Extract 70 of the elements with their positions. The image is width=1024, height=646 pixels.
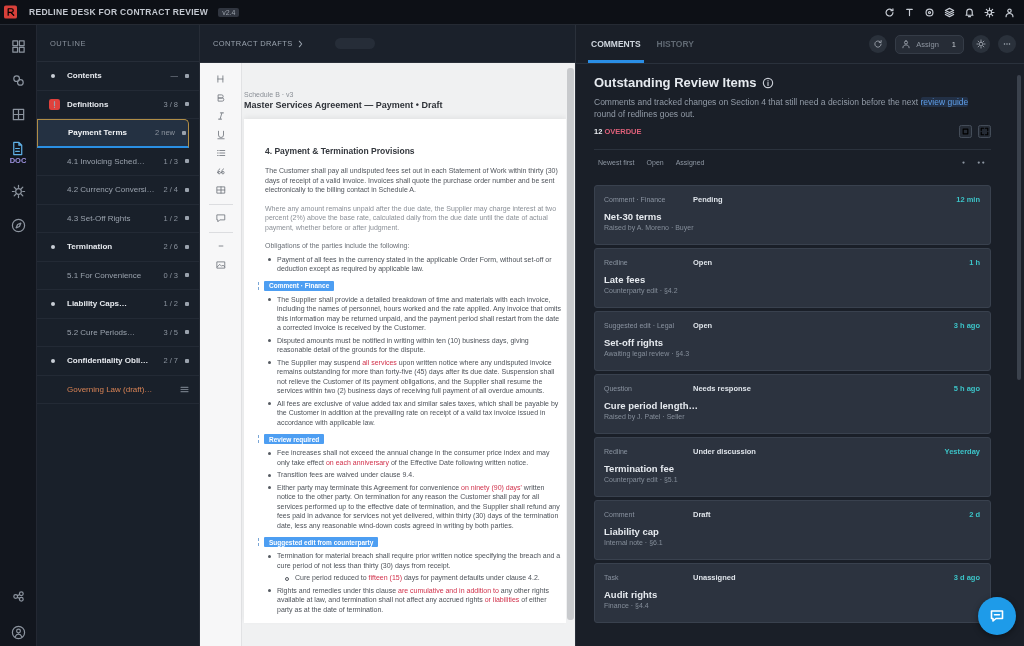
tab[interactable]: COMMENTS [588,25,644,63]
section-heading: 4. Payment & Termination Provisions [265,146,416,157]
more-button[interactable] [998,35,1016,53]
dashed-marker-icon [258,435,261,443]
comment-title: Set-off rights [604,337,665,348]
bold-icon[interactable] [215,92,226,103]
link-icon[interactable] [10,73,26,88]
dashed-marker-icon [258,281,261,290]
gear-icon [976,39,986,49]
window-title: REDLINE DESK FOR CONTRACT REVIEW [29,7,209,17]
dashed-marker-icon [258,538,261,546]
comment-title: Termination fee [604,463,676,474]
comment-title: Late fees [604,274,647,285]
table-icon[interactable] [215,185,226,195]
refresh-button[interactable] [869,35,888,53]
bullet-icon [268,486,271,489]
bullet-icon [268,554,271,558]
target-icon[interactable] [924,6,935,18]
logo-icon [4,5,17,19]
scrollbar-thumb[interactable] [1017,75,1021,380]
gear-icon[interactable] [984,6,995,18]
comment-title: Audit rights [604,589,659,600]
review-guide-link[interactable]: review guide [920,97,969,107]
more-icon[interactable] [977,160,985,164]
italic-icon[interactable] [215,111,226,121]
settings-button[interactable] [972,35,990,53]
drag-handle-icon[interactable] [180,385,189,393]
chevron-icon [297,39,303,48]
chat-icon [989,608,1005,624]
bullet-icon [51,73,55,78]
bullet-icon [268,473,271,477]
apps-icon[interactable] [10,39,26,54]
bullet-icon [268,451,271,455]
panel-heading: Outstanding Review Items [594,74,757,91]
bullet-icon [268,402,271,405]
bullet-icon [268,589,271,592]
grid-icon[interactable] [10,107,26,122]
refresh-icon [873,39,884,49]
bullet-icon [268,339,271,342]
bullet-icon [268,298,271,301]
assistant-button[interactable] [978,597,1016,635]
document-title: Master Services Agreement — Payment • Draft [244,100,444,110]
outline-item[interactable]: Governing Law (draft)… [37,375,199,404]
comment-title: Cure period length… [604,400,699,411]
quote-icon[interactable] [215,166,226,177]
bullet-icon [51,244,55,249]
bullet-icon [51,358,55,363]
user-icon [901,39,912,49]
scrollbar-thumb[interactable] [567,68,574,620]
layers-icon[interactable] [944,6,955,18]
panel-description: Comments and tracked changes on Section 4 that still need a decision before the next review guide round of redlines goes out. [594,96,970,120]
alert-icon [49,98,60,110]
bullet-icon [51,301,55,306]
bell-icon[interactable] [964,6,975,18]
info-icon[interactable] [761,76,774,89]
user-icon[interactable] [1004,6,1015,18]
bullet-icon [268,258,271,261]
user-icon[interactable] [10,625,26,640]
gear-icon[interactable] [10,184,26,199]
refresh-icon[interactable] [884,6,895,18]
share-icon[interactable] [10,589,26,604]
comment-title: Liability cap [604,526,660,537]
comment-title: Net-30 terms [604,211,663,222]
underline-icon[interactable] [215,129,226,140]
dot-icon[interactable] [962,160,965,164]
image-icon[interactable] [215,259,226,270]
compass-icon[interactable] [10,218,26,233]
text-icon[interactable] [904,6,915,18]
list-icon[interactable] [215,148,226,158]
bullet-icon [268,361,271,364]
